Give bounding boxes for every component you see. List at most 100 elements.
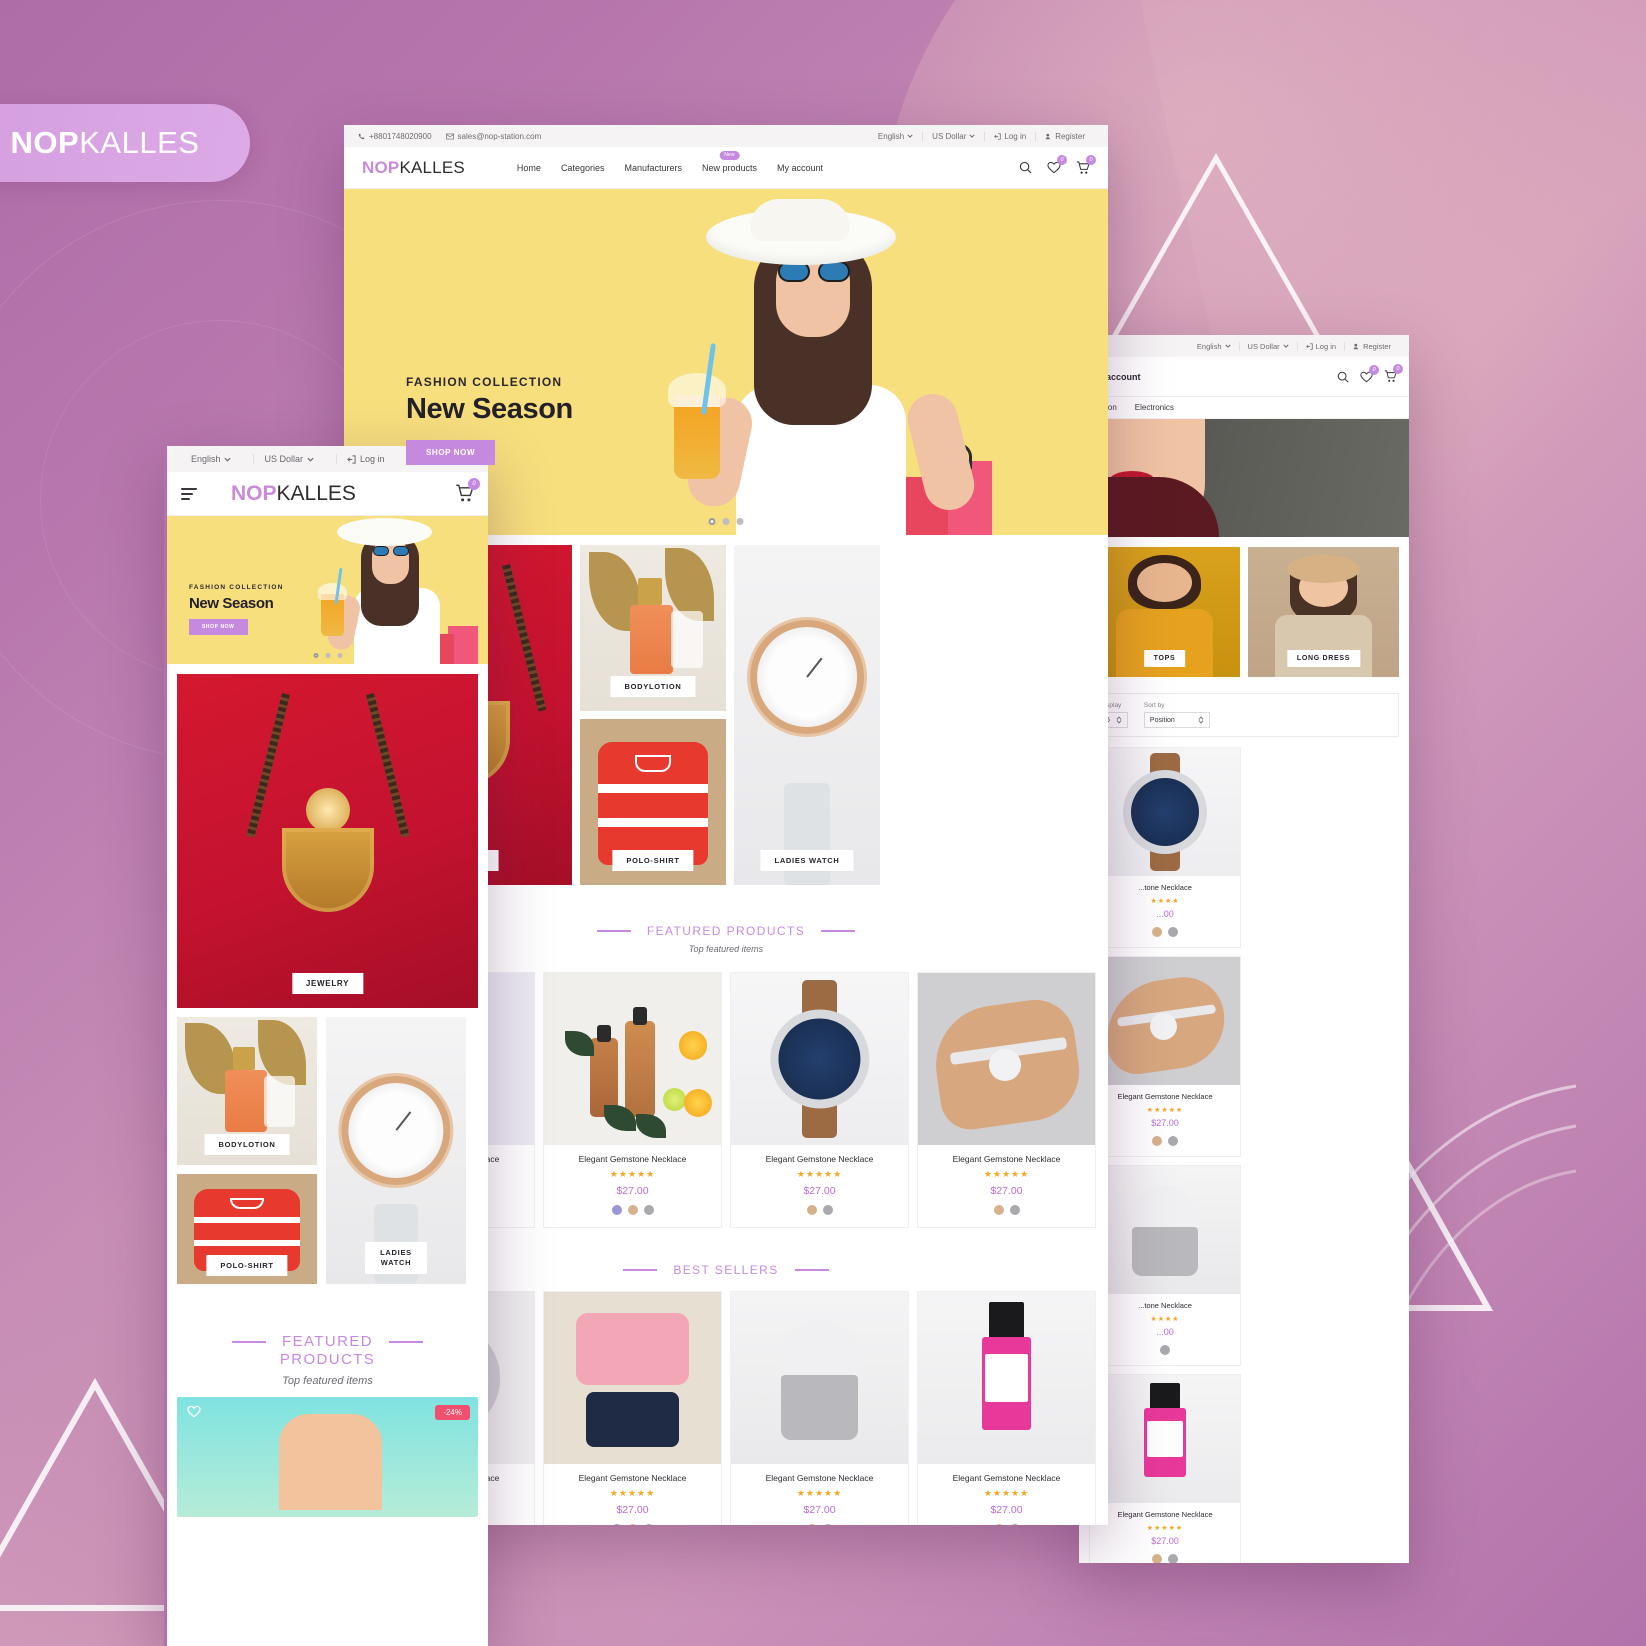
shop-now-button[interactable]: SHOP NOW <box>406 440 496 465</box>
mobile-slider-dots[interactable] <box>313 653 342 658</box>
product-rating: ★★★★★ <box>1146 1525 1184 1532</box>
mobile-hero-kicker: FASHION COLLECTION <box>189 584 284 591</box>
product-swatches[interactable] <box>924 1205 1089 1215</box>
mobile-language-selector[interactable]: English <box>181 454 242 464</box>
mobile-category-tile-bodylotion[interactable]: BODYLOTION <box>177 1017 317 1165</box>
nav-item-new-products[interactable]: New New products <box>702 150 757 173</box>
nav-item-manufacturers[interactable]: Manufacturers <box>624 163 682 173</box>
sort-label: Sort by <box>1143 702 1165 709</box>
mobile-slider-dot-2[interactable] <box>325 653 330 658</box>
product-name: Elegant Gemstone Necklace <box>1117 1510 1213 1519</box>
register-link[interactable]: Register <box>1035 131 1094 141</box>
wishlist-count: 0 <box>1057 155 1067 165</box>
mobile-wishlist-icon[interactable] <box>187 1405 201 1423</box>
right-cart-button[interactable]: 0 <box>1384 364 1403 383</box>
product-swatches[interactable] <box>924 1524 1089 1525</box>
login-link[interactable]: Log in <box>984 131 1035 141</box>
email-info[interactable]: sales@nop-station.com <box>445 132 541 141</box>
right-product-card[interactable]: ...tone Necklace ★★★★ ...00 <box>1089 747 1241 948</box>
mobile-hero-slider[interactable]: FASHION COLLECTION New Season SHOP NOW <box>167 516 488 664</box>
site-logo[interactable]: NOPKALLES <box>362 158 465 178</box>
mobile-currency-selector[interactable]: US Dollar <box>253 454 324 464</box>
product-swatches[interactable] <box>1094 1554 1236 1563</box>
mobile-category-tile-ladies-watch[interactable]: LADIES WATCH <box>326 1017 466 1284</box>
currency-label: US Dollar <box>932 131 967 141</box>
mobile-category-tile-polo-shirt[interactable]: POLO-SHIRT <box>177 1174 317 1284</box>
category-tile-bodylotion[interactable]: BODYLOTION <box>580 545 726 711</box>
product-swatches[interactable] <box>1094 1136 1236 1146</box>
mobile-slider-dot-1[interactable] <box>313 653 318 658</box>
product-rating: ★★★★★ <box>796 1169 843 1179</box>
right-search-button[interactable] <box>1337 371 1349 383</box>
hero-content: FASHION COLLECTION New Season SHOP NOW <box>406 375 573 465</box>
sort-value: Position <box>1149 716 1175 724</box>
right-product-card[interactable]: ...tone Necklace ★★★★ ...00 <box>1089 1165 1241 1366</box>
mobile-site-logo[interactable]: NOPKALLES <box>231 482 356 506</box>
right-category-tile-tops[interactable]: TOPS <box>1089 547 1240 677</box>
hero-slider-dots[interactable] <box>708 518 744 525</box>
right-login-link[interactable]: Log in <box>1296 341 1344 351</box>
category-tile-polo-shirt[interactable]: POLO-SHIRT <box>580 719 726 885</box>
right-language-selector[interactable]: English <box>1189 342 1239 351</box>
product-card[interactable]: Elegant Gemstone Necklace ★★★★★ $27.00 <box>543 972 722 1228</box>
mobile-hero-title: New Season <box>189 595 274 612</box>
mobile-slider-dot-3[interactable] <box>337 653 342 658</box>
product-swatches[interactable] <box>1094 1345 1236 1355</box>
product-price: $27.00 <box>803 1504 836 1516</box>
logo-suffix: KALLES <box>399 157 465 177</box>
phone-info[interactable]: +8801748020900 <box>358 132 432 141</box>
right-product-card[interactable]: Elegant Gemstone Necklace ★★★★★ $27.00 <box>1089 956 1241 1157</box>
sort-select[interactable]: Position <box>1143 712 1210 728</box>
right-header: My account 0 0 <box>1079 357 1409 397</box>
slider-dot-1[interactable] <box>708 518 716 525</box>
cart-button[interactable]: 0 <box>1076 154 1096 175</box>
product-card[interactable]: Elegant Gemstone Necklace ★★★★★ $27.00 <box>543 1291 722 1525</box>
product-name: Elegant Gemstone Necklace <box>578 1154 687 1164</box>
right-product-card[interactable]: Elegant Gemstone Necklace ★★★★★ $27.00 <box>1089 1374 1241 1563</box>
hero-model-illustration <box>658 199 992 535</box>
product-swatches[interactable] <box>550 1205 715 1215</box>
right-wishlist-count: 0 <box>1369 364 1379 375</box>
right-wishlist-button[interactable]: 0 <box>1360 364 1379 383</box>
mobile-shop-now-button[interactable]: SHOP NOW <box>189 619 248 635</box>
mobile-login-link[interactable]: Log in <box>336 454 395 464</box>
product-card[interactable]: Elegant Gemstone Necklace ★★★★★ $27.00 <box>917 972 1096 1228</box>
best-sellers-title: BEST SELLERS <box>623 1263 828 1277</box>
currency-selector[interactable]: US Dollar <box>922 131 984 141</box>
product-swatches[interactable] <box>1094 927 1236 937</box>
product-card[interactable]: Elegant Gemstone Necklace ★★★★★ $27.00 <box>730 972 909 1228</box>
right-nav-item-1[interactable]: Electronics <box>1135 403 1174 412</box>
mobile-featured-subtitle: Top featured items <box>282 1375 373 1387</box>
product-swatches[interactable] <box>550 1524 715 1525</box>
product-swatches[interactable] <box>737 1205 902 1215</box>
right-register-link[interactable]: Register <box>1344 341 1399 351</box>
mobile-login-label: Log in <box>360 454 385 464</box>
product-card[interactable]: Elegant Gemstone Necklace ★★★★★ $27.00 <box>730 1291 909 1525</box>
category-page-window[interactable]: English US Dollar Log in Register My acc… <box>1079 335 1409 1563</box>
product-name: Elegant Gemstone Necklace <box>578 1473 687 1483</box>
brand-logo-suffix: KALLES <box>79 125 200 160</box>
nav-item-my-account[interactable]: My account <box>777 163 823 173</box>
category-tile-ladies-watch[interactable]: LADIES WATCH <box>734 545 880 885</box>
wishlist-button[interactable]: 0 <box>1047 155 1067 174</box>
nav-item-home[interactable]: Home <box>517 163 541 173</box>
right-product-grid: ...tone Necklace ★★★★ ...00 Elegant Gems… <box>1079 743 1409 1563</box>
right-currency-label: US Dollar <box>1247 341 1280 351</box>
product-card[interactable]: Elegant Gemstone Necklace ★★★★★ $27.00 <box>917 1291 1096 1525</box>
slider-dot-2[interactable] <box>722 518 730 525</box>
product-swatches[interactable] <box>737 1524 902 1525</box>
slider-dot-3[interactable] <box>736 518 744 525</box>
search-button[interactable] <box>1019 161 1032 174</box>
nav-item-categories[interactable]: Categories <box>561 163 605 173</box>
chevron-down-icon <box>224 457 232 462</box>
mobile-promo-card[interactable]: -24% <box>167 1397 488 1517</box>
mobile-cart-button[interactable]: 0 <box>455 478 480 503</box>
mobile-view-window[interactable]: English US Dollar Log in Register NOPKAL… <box>164 446 488 1646</box>
right-category-tile-long-dress[interactable]: LONG DRESS <box>1248 547 1399 677</box>
hamburger-icon[interactable] <box>181 485 197 503</box>
mobile-category-tile-jewelry[interactable]: JEWELRY <box>177 674 478 1008</box>
right-currency-selector[interactable]: US Dollar <box>1238 341 1297 351</box>
mobile-hero-content: FASHION COLLECTION New Season SHOP NOW <box>189 584 284 635</box>
language-selector[interactable]: English <box>869 132 922 141</box>
product-price: ...00 <box>1156 909 1174 919</box>
